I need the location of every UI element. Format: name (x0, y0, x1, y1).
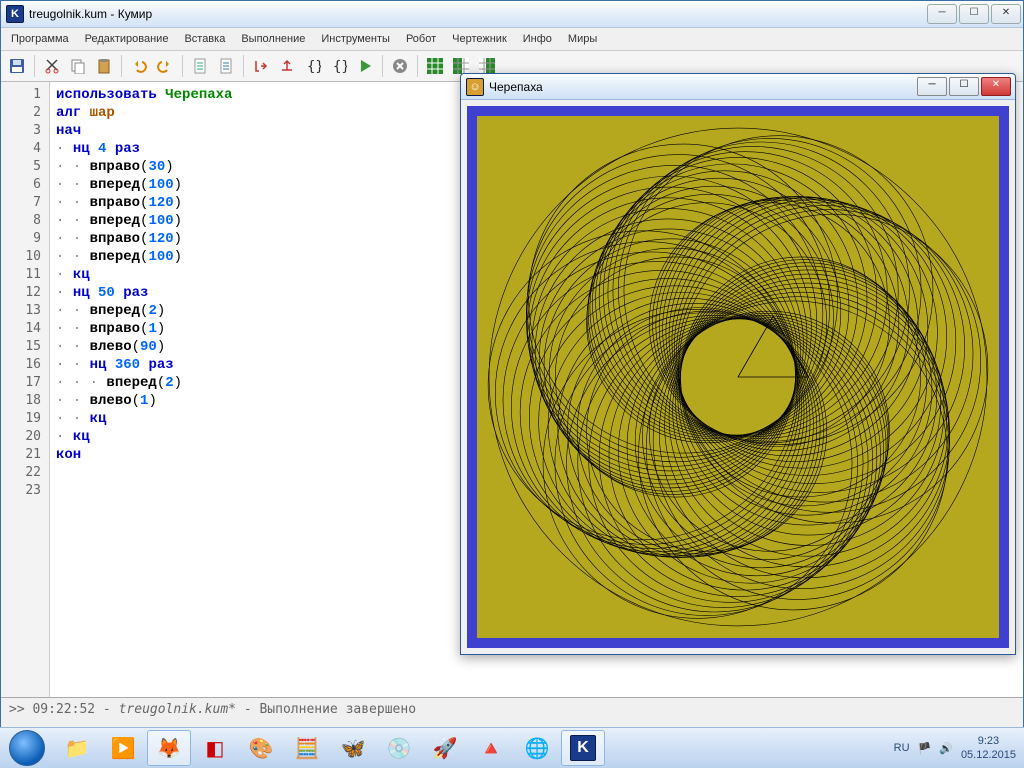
menu-drawer[interactable]: Чертежник (444, 30, 515, 48)
run-icon[interactable] (353, 54, 377, 78)
menu-robot[interactable]: Робот (398, 30, 444, 48)
task-butterfly[interactable]: 🦋 (331, 730, 375, 766)
menu-tools[interactable]: Инструменты (313, 30, 398, 48)
copy-icon[interactable] (66, 54, 90, 78)
task-rocket[interactable]: 🚀 (423, 730, 467, 766)
svg-text:{}: {} (333, 59, 347, 74)
tray-lang[interactable]: RU (894, 742, 910, 754)
maximize-button[interactable]: ☐ (959, 4, 989, 24)
menubar: Программа Редактирование Вставка Выполне… (1, 28, 1023, 51)
svg-text:{}: {} (307, 59, 321, 74)
task-calc[interactable]: 🧮 (285, 730, 329, 766)
task-firefox[interactable]: 🦊 (147, 730, 191, 766)
stop-icon[interactable] (388, 54, 412, 78)
doc1-icon[interactable] (188, 54, 212, 78)
task-red[interactable]: ◧ (193, 730, 237, 766)
turtle-minimize-button[interactable]: ─ (917, 77, 947, 96)
cut-icon[interactable] (40, 54, 64, 78)
menu-run[interactable]: Выполнение (233, 30, 313, 48)
close-button[interactable]: ✕ (991, 4, 1021, 24)
task-media[interactable]: ▶️ (101, 730, 145, 766)
line-gutter: 1234567891011121314151617181920212223 (1, 82, 50, 697)
menu-insert[interactable]: Вставка (176, 30, 233, 48)
start-button[interactable] (0, 728, 54, 768)
step-in-icon[interactable] (249, 54, 273, 78)
tray-flag-icon[interactable]: 🏴 (918, 742, 932, 755)
save-icon[interactable] (5, 54, 29, 78)
minimize-button[interactable]: ─ (927, 4, 957, 24)
turtle-window[interactable]: ☺ Черепаха ─ ☐ ✕ (460, 73, 1016, 655)
task-chrome[interactable]: 🌐 (515, 730, 559, 766)
grid1-icon[interactable] (423, 54, 447, 78)
task-explorer[interactable]: 📁 (55, 730, 99, 766)
step-over-icon[interactable] (275, 54, 299, 78)
turtle-maximize-button[interactable]: ☐ (949, 77, 979, 96)
task-triangle[interactable]: 🔺 (469, 730, 513, 766)
menu-program[interactable]: Программа (3, 30, 77, 48)
task-paint[interactable]: 🎨 (239, 730, 283, 766)
turtle-icon: ☺ (466, 78, 484, 96)
turtle-canvas (477, 116, 999, 638)
turtle-title: Черепаха (489, 80, 916, 94)
doc2-icon[interactable] (214, 54, 238, 78)
paste-icon[interactable] (92, 54, 116, 78)
menu-worlds[interactable]: Миры (560, 30, 605, 48)
app-icon: K (6, 5, 24, 23)
tray[interactable]: RU 🏴 🔊 9:2305.12.2015 (886, 734, 1024, 762)
braces1-icon[interactable]: {} (301, 54, 325, 78)
undo-icon[interactable] (127, 54, 151, 78)
braces2-icon[interactable]: {} (327, 54, 351, 78)
redo-icon[interactable] (153, 54, 177, 78)
titlebar: K treugolnik.kum - Кумир ─ ☐ ✕ (1, 1, 1023, 28)
tray-clock[interactable]: 9:2305.12.2015 (961, 734, 1016, 762)
taskbar: 📁 ▶️ 🦊 ◧ 🎨 🧮 🦋 💿 🚀 🔺 🌐 K RU 🏴 🔊 9:2305.1… (0, 727, 1024, 768)
task-disc[interactable]: 💿 (377, 730, 421, 766)
tray-sound-icon[interactable]: 🔊 (939, 742, 953, 755)
task-kumir[interactable]: K (561, 730, 605, 766)
window-title: treugolnik.kum - Кумир (29, 7, 926, 21)
turtle-titlebar[interactable]: ☺ Черепаха ─ ☐ ✕ (461, 74, 1015, 100)
menu-info[interactable]: Инфо (515, 30, 560, 48)
turtle-close-button[interactable]: ✕ (981, 77, 1011, 96)
menu-edit[interactable]: Редактирование (77, 30, 177, 48)
